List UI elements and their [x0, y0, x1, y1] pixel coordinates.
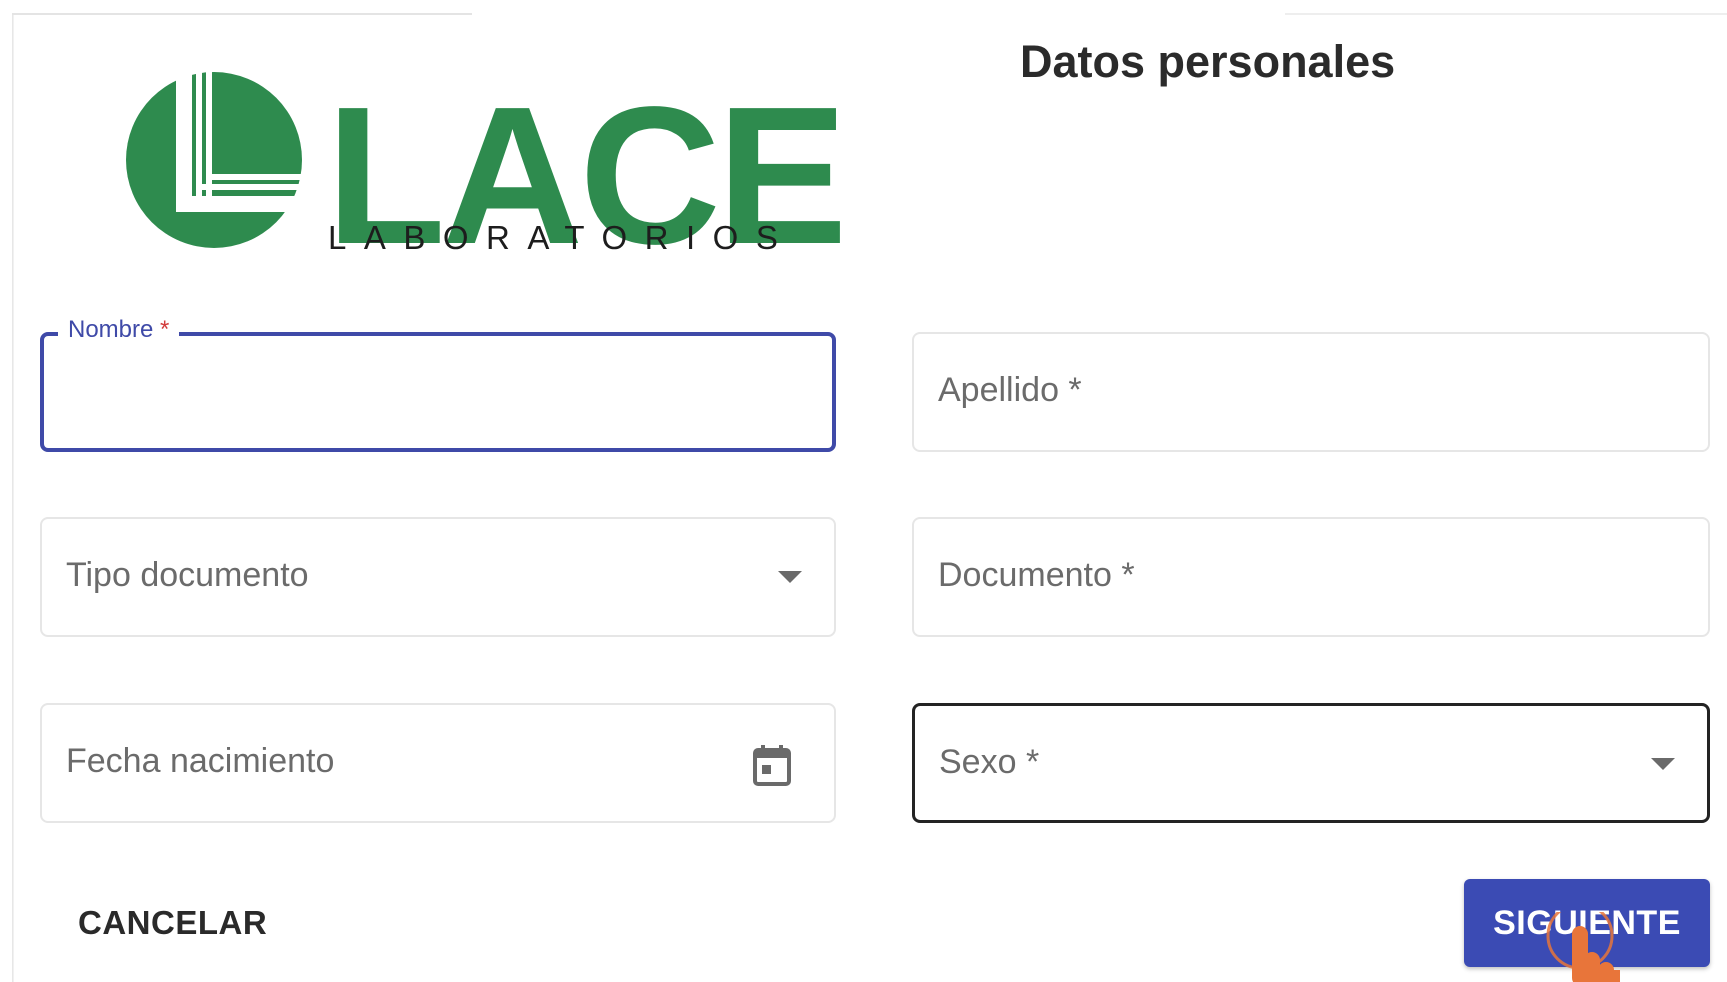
documento-field[interactable]: Documento *	[912, 517, 1710, 637]
fecha-nacimiento-label: Fecha nacimiento	[66, 742, 335, 780]
nombre-label: Nombre *	[58, 316, 180, 344]
calendar-icon[interactable]	[752, 743, 792, 787]
card-edge	[12, 13, 472, 15]
apellido-field[interactable]: Apellido *	[912, 332, 1710, 452]
card-edge	[1285, 13, 1727, 15]
apellido-label: Apellido *	[938, 371, 1082, 409]
documento-label: Documento *	[938, 556, 1135, 594]
lace-logo: LACE LABORATORIOS	[126, 68, 848, 274]
page: LACE LABORATORIOS Datos personales Nombr…	[0, 0, 1727, 982]
tipo-documento-select[interactable]: Tipo documento	[40, 517, 836, 637]
chevron-down-icon	[778, 571, 802, 583]
chevron-down-icon	[1651, 758, 1675, 770]
card-edge	[12, 14, 14, 982]
sexo-select[interactable]: Sexo *	[912, 703, 1710, 823]
fecha-nacimiento-field[interactable]: Fecha nacimiento	[40, 703, 836, 823]
nombre-field[interactable]: Nombre *	[40, 316, 836, 452]
sexo-label: Sexo *	[939, 743, 1040, 781]
logo-subtitle: LABORATORIOS	[328, 219, 796, 256]
page-title: Datos personales	[1020, 36, 1396, 87]
next-button[interactable]: SIGUIENTE	[1464, 879, 1710, 967]
tipo-documento-label: Tipo documento	[66, 556, 309, 594]
cancel-button[interactable]: CANCELAR	[60, 896, 285, 950]
